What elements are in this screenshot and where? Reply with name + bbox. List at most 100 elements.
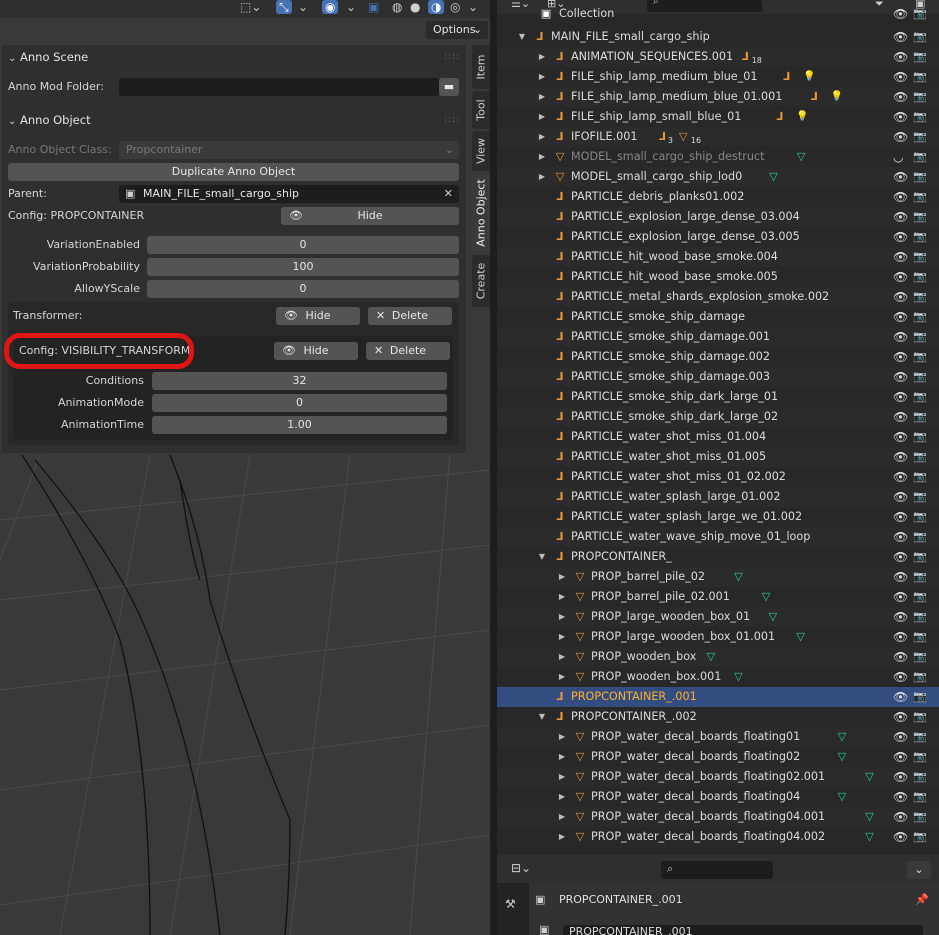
outliner-row[interactable]: ▶ ⅃ ANIMATION_SEQUENCES.001 ⅃ 18 👁 📷 [497,47,939,67]
camera-icon[interactable]: 📷 [913,47,927,67]
camera-icon[interactable]: 📷 [913,667,927,687]
outliner-row[interactable]: ▶ ▽ PROP_water_decal_boards_floating04.001… [497,807,939,827]
config-delete-button[interactable]: ✕ Delete [366,342,450,360]
expand-icon[interactable]: ▶ [537,87,547,107]
eye-icon[interactable]: 👁 [893,287,908,307]
eye-icon[interactable]: 👁 [893,767,908,787]
camera-icon[interactable]: 📷 [913,567,927,587]
eye-icon[interactable]: 👁 [893,27,908,47]
eye-icon[interactable]: 👁 [893,687,908,707]
outliner-row[interactable]: ⅃ PARTICLE_water_splash_large_01.002 👁 📷 [497,487,939,507]
outliner-row[interactable]: ▶ ▽ PROP_water_decal_boards_floating01 ▽ 👁 📷 [497,727,939,747]
config-hide-button[interactable]: 👁 Hide [274,342,358,360]
collapse-icon[interactable]: ▼ [537,707,547,727]
shading-solid-icon[interactable]: ● [410,0,420,14]
eye-icon[interactable]: 👁 [893,407,908,427]
expand-icon[interactable]: ▶ [537,147,547,167]
eye-icon[interactable]: 👁 [893,547,908,567]
expand-icon[interactable]: ▶ [557,807,567,827]
eye-icon[interactable]: 👁 [893,787,908,807]
outliner-row[interactable]: ▶ ▽ PROP_barrel_pile_02 ▽ 👁 📷 [497,567,939,587]
mod-folder-input[interactable] [119,78,439,96]
outliner-row[interactable]: ⅃ PARTICLE_hit_wood_base_smoke.004 👁 📷 [497,247,939,267]
eye-icon[interactable]: 👁 [893,327,908,347]
mesh-data-icon[interactable]: ▽ [734,667,743,687]
expand-icon[interactable]: ▶ [557,827,567,847]
expand-icon[interactable]: ▶ [557,627,567,647]
xray-icon[interactable]: ▣ [368,0,379,14]
camera-icon[interactable]: 📷 [913,527,927,547]
outliner-row[interactable]: ⅃ PARTICLE_explosion_large_dense_03.005 👁 📷 [497,227,939,247]
outliner-row[interactable]: ▶ ▽ PROP_large_wooden_box_01 ▽ 👁 📷 [497,607,939,627]
outliner-row[interactable]: ▶ ⅃ FILE_ship_lamp_medium_blue_01 ⅃ 💡 👁 📷 [497,67,939,87]
expand-icon[interactable]: ▶ [557,747,567,767]
variation-probability-field[interactable]: 100 [147,258,459,276]
mesh-data-icon[interactable]: ▽ [734,567,743,587]
empty-object-icon[interactable]: ⅃ [811,87,818,107]
outliner-row[interactable]: ▶ ▽ PROP_water_decal_boards_floating02 ▽ 👁 📷 [497,747,939,767]
clear-icon[interactable]: ✕ [444,185,453,203]
eye-icon[interactable]: 👁 [893,87,908,107]
eye-icon[interactable]: 👁 [893,247,908,267]
camera-icon[interactable]: 📷 [913,587,927,607]
camera-icon[interactable]: 📷 [913,627,927,647]
camera-icon[interactable]: 📷 [913,807,927,827]
expand-icon[interactable]: ▶ [557,647,567,667]
mesh-data-icon[interactable]: ▽ [865,827,874,847]
mesh-data-icon[interactable]: ▽ [797,147,806,167]
outliner-row[interactable]: ⅃ PARTICLE_hit_wood_base_smoke.005 👁 📷 [497,267,939,287]
expand-icon[interactable]: ▶ [537,127,547,147]
tab-create[interactable]: Create [472,255,490,307]
eye-icon[interactable]: 👁 [893,427,908,447]
tool-icon[interactable]: ⚒ [505,897,516,911]
light-icon[interactable]: 💡 [796,107,808,127]
outliner-row[interactable]: ▶ ▽ MODEL_small_cargo_ship_destruct ▽ ◡ 📷 [497,147,939,167]
eye-icon[interactable]: 👁 [893,607,908,627]
collection-row[interactable]: ▣ Collection 👁 📷 [497,7,939,21]
eye-icon[interactable]: 👁 [893,127,908,147]
eye-icon[interactable]: 👁 [893,587,908,607]
parent-field[interactable]: ▣ MAIN_FILE_small_cargo_ship ✕ [119,185,459,203]
gizmo-icon[interactable]: ⤡ [276,0,292,14]
expand-icon[interactable]: ▶ [557,787,567,807]
mesh-data-icon[interactable]: ▽ [762,587,771,607]
editor-type-icon[interactable]: ⊟⌄ [511,861,531,875]
select-mode-icon[interactable]: ⬚⌄ [240,0,261,14]
allow-yscale-field[interactable]: 0 [147,280,459,298]
camera-icon[interactable]: 📷 [913,747,927,767]
mesh-data-icon[interactable]: ▽ [838,727,847,747]
outliner-row[interactable]: ⅃ PARTICLE_explosion_large_dense_03.004 👁 📷 [497,207,939,227]
eye-icon[interactable]: 👁 [893,467,908,487]
outliner-row[interactable]: ⅃ PARTICLE_smoke_ship_dark_large_02 👁 📷 [497,407,939,427]
eye-icon[interactable]: 👁 [893,827,908,847]
outliner-row[interactable]: ▶ ▽ PROP_wooden_box ▽ 👁 📷 [497,647,939,667]
camera-icon[interactable]: 📷 [913,467,927,487]
expand-icon[interactable]: ▶ [557,567,567,587]
camera-icon[interactable]: 📷 [913,767,927,787]
camera-icon[interactable]: 📷 [913,487,927,507]
tab-item[interactable]: Item [472,45,490,89]
camera-icon[interactable]: 📷 [913,447,927,467]
outliner-row[interactable]: ⅃ PARTICLE_metal_shards_explosion_smoke.0… [497,287,939,307]
eye-icon[interactable]: 👁 [893,187,908,207]
object-name-input[interactable]: PROPCONTAINER_.001 [563,925,923,935]
camera-icon[interactable]: 📷 [913,27,927,47]
outliner-row[interactable]: ▶ ▽ PROP_barrel_pile_02.001 ▽ 👁 📷 [497,587,939,607]
outliner-row[interactable]: ⅃ PARTICLE_smoke_ship_damage 👁 📷 [497,307,939,327]
outliner-row[interactable]: ⅃ PARTICLE_water_splash_large_we_01.002 👁 📷 [497,507,939,527]
hide-button[interactable]: 👁 Hide [281,207,459,225]
conditions-field[interactable]: 32 [152,372,447,390]
eye-icon[interactable]: 👁 [893,267,908,287]
camera-icon[interactable]: 📷 [913,147,927,167]
eye-icon[interactable]: 👁 [893,667,908,687]
outliner[interactable]: ☰⌄ ⊞⌄ ⌕ ⏷ ▣ ▣ Collection 👁 📷 ▼ ⅃ MAIN_FILE… [497,0,939,855]
outliner-row[interactable]: ▶ ▽ PROP_large_wooden_box_01.001 ▽ 👁 📷 [497,627,939,647]
eye-icon[interactable]: 👁 [893,447,908,467]
camera-icon[interactable]: 📷 [913,427,927,447]
outliner-row[interactable]: ⅃ PARTICLE_smoke_ship_dark_large_01 👁 📷 [497,387,939,407]
properties-search-input[interactable]: ⌕ [661,861,773,879]
camera-icon[interactable]: 📷 [913,187,927,207]
expand-icon[interactable]: ▶ [557,587,567,607]
camera-icon[interactable]: 📷 [913,107,927,127]
light-icon[interactable]: 💡 [831,87,843,107]
